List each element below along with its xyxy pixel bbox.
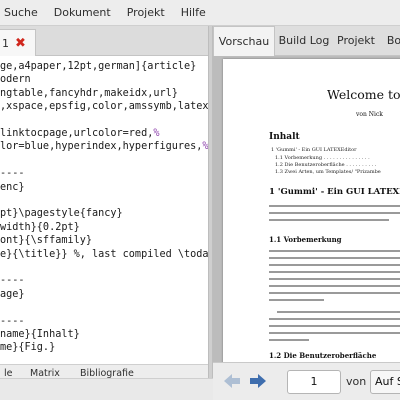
paragraph-line — [277, 311, 400, 313]
code-text: name}{Inhalt} — [0, 329, 80, 340]
paragraph-line — [269, 285, 400, 287]
code-line: ---- — [0, 167, 25, 180]
menu-suche[interactable]: Suche — [0, 6, 46, 19]
code-text: e}{\title}} %, last compiled \today — [0, 248, 208, 260]
close-icon[interactable]: ✖ — [15, 37, 26, 50]
preview-toolbar: 1 von 2 Auf S — [213, 362, 400, 400]
editor-file-tab-label: 1 — [2, 36, 9, 50]
previous-page-icon[interactable] — [223, 373, 241, 389]
code-text: enc} — [0, 181, 25, 193]
paragraph-line — [269, 278, 400, 280]
editor-file-tab[interactable]: 1 ✖ — [0, 29, 36, 56]
subsection-heading: 1.2 Die Benutzeroberfläche — [269, 351, 377, 360]
menubar: Suche Dokument Projekt Hilfe — [0, 0, 400, 26]
document-author: von Nick — [356, 111, 383, 118]
toc-entry: 1.1 Vorbemerkung . . . . . . . . . . . .… — [275, 155, 370, 161]
tab-projekt[interactable]: Projekt — [333, 26, 379, 56]
code-line: width}{0.2pt} — [0, 221, 80, 234]
code-text: ---- — [0, 315, 25, 327]
code-line: ge,a4paper,12pt,german]{article} — [0, 60, 196, 73]
code-text: ont}{\sffamily} — [0, 235, 93, 247]
code-text: ---- — [0, 168, 25, 180]
pdf-page: Welcome to LATEX von Nick Inhalt 1 'Gumm… — [223, 59, 400, 362]
code-line: e}{\title}} %, last compiled \today — [0, 248, 208, 261]
tab-build-log[interactable]: Build Log — [275, 26, 333, 56]
preview-tabbar: Vorschau Build Log Projekt Bo — [213, 26, 400, 56]
code-text: ge,a4paper,12pt,german]{article} — [0, 61, 197, 72]
code-text: ,xspace,epsfig,color,amssymb,latexsym} — [0, 101, 208, 113]
code-line: ngtable,fancyhdr,makeidx,url} — [0, 87, 178, 100]
left-status-strip — [0, 378, 213, 400]
paragraph-line — [269, 257, 400, 259]
paragraph-line — [269, 219, 389, 221]
editor-tabbar: 1 ✖ — [0, 26, 208, 56]
code-text: pt}\pagestyle{fancy} — [0, 208, 123, 220]
code-line: ---- — [0, 315, 25, 328]
code-line: me}{Fig.} — [0, 341, 55, 354]
toc-entry: 1 'Gummi' - Ein GUI LATEXEditor — [271, 147, 357, 153]
code-text: lor=blue,hyperindex,hyperfigures, — [0, 141, 203, 153]
paragraph-line — [269, 205, 400, 207]
code-line: odern — [0, 73, 31, 86]
paragraph-line — [269, 318, 400, 320]
paragraph-line — [269, 250, 400, 252]
toc-entry: 1.3 Zwei Arten, um Templates/ "Prizambe — [275, 169, 381, 175]
code-line: age} — [0, 288, 25, 301]
code-text: odern — [0, 74, 31, 86]
document-title: Welcome to LATEX — [327, 87, 400, 102]
paragraph-line — [269, 212, 400, 214]
page-number-input[interactable]: 1 — [287, 370, 341, 394]
paragraph-line — [269, 299, 324, 301]
tab-bookmarks[interactable]: Bo — [379, 26, 400, 56]
code-line: name}{Inhalt} — [0, 328, 80, 341]
paragraph-line — [269, 292, 400, 294]
code-line: lor=blue,hyperindex,hyperfigures,% — [0, 140, 208, 153]
paragraph-line — [269, 264, 400, 266]
code-line: enc} — [0, 181, 25, 194]
code-text: ngtable,fancyhdr,makeidx,url} — [0, 87, 178, 99]
paragraph-line — [269, 332, 400, 334]
next-page-icon[interactable] — [249, 373, 267, 389]
menu-hilfe[interactable]: Hilfe — [173, 6, 214, 19]
menu-dokument[interactable]: Dokument — [46, 6, 119, 19]
code-text: linktocpage,urlcolor=red, — [0, 128, 154, 139]
code-text: width}{0.2pt} — [0, 221, 80, 233]
subsection-heading: 1.1 Vorbemerkung — [269, 235, 342, 244]
code-line: pt}\pagestyle{fancy} — [0, 207, 123, 220]
code-line: ---- — [0, 274, 25, 287]
comment-marker: % — [153, 128, 160, 139]
code-editor[interactable]: ge,a4paper,12pt,german]{article} odern ngt… — [0, 56, 208, 364]
paragraph-line — [269, 271, 400, 273]
tab-vorschau[interactable]: Vorschau — [213, 26, 275, 56]
paragraph-line — [269, 325, 400, 327]
paragraph-line — [269, 339, 309, 341]
code-text: me}{Fig.} — [0, 342, 56, 354]
toc-heading: Inhalt — [269, 132, 300, 142]
pdf-preview[interactable]: Welcome to LATEX von Nick Inhalt 1 'Gumm… — [213, 56, 400, 362]
code-line: linktocpage,urlcolor=red,% — [0, 127, 159, 140]
code-text: ---- — [0, 275, 25, 287]
toc-entry: 1.2 Die Benutzeroberfläche . . . . . . .… — [275, 162, 377, 168]
code-line: ,xspace,epsfig,color,amssymb,latexsym} — [0, 100, 208, 113]
code-line: ont}{\sffamily} — [0, 234, 92, 247]
menu-projekt[interactable]: Projekt — [119, 6, 173, 19]
left-bottom-tabbar: le Matrix Bibliografie — [0, 364, 208, 379]
zoom-fit-select[interactable]: Auf S — [370, 370, 400, 394]
code-text: age} — [0, 288, 25, 300]
section-heading: 1 'Gummi' - Ein GUI LATEXEd — [269, 187, 400, 197]
